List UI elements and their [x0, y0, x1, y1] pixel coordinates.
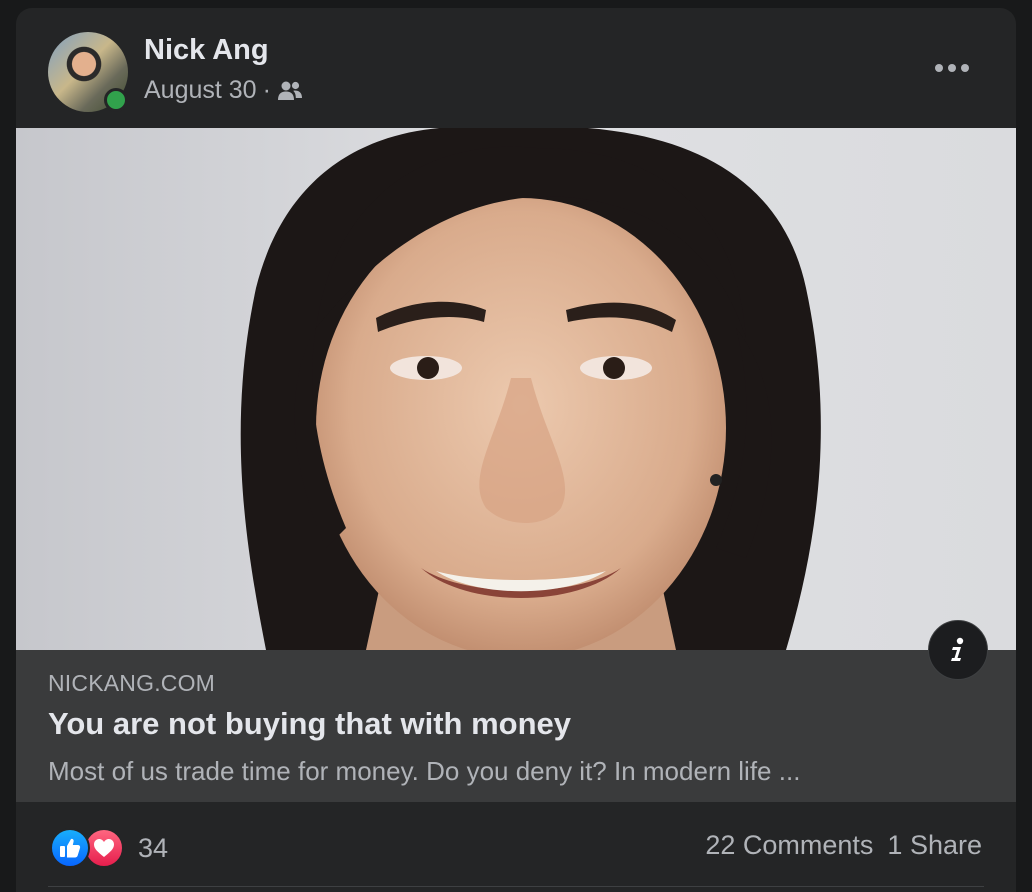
post-meta: August 30 ·: [144, 76, 303, 105]
info-icon: [951, 637, 964, 661]
friends-icon[interactable]: [277, 80, 303, 102]
shares-count-link[interactable]: 1 Share: [887, 830, 982, 861]
post-card: Nick Ang August 30 · NICKANG.COM You are…: [16, 8, 1016, 892]
info-button[interactable]: [928, 620, 988, 680]
engagement-counts: 22 Comments 1 Share: [705, 830, 982, 861]
like-icon: [50, 828, 90, 868]
link-description: Most of us trade time for money. Do you …: [48, 756, 801, 786]
action-divider: [48, 886, 984, 887]
meta-separator: ·: [262, 76, 271, 104]
more-options-button[interactable]: [924, 48, 980, 88]
link-preview-image[interactable]: [16, 128, 1016, 650]
online-status-indicator: [104, 88, 128, 112]
reaction-summary[interactable]: 34: [50, 828, 168, 868]
post-date[interactable]: August 30: [144, 76, 257, 105]
link-domain: NICKANG.COM: [48, 670, 216, 696]
author-name[interactable]: Nick Ang: [144, 34, 269, 67]
reaction-count: 34: [138, 832, 169, 863]
link-preview[interactable]: NICKANG.COM You are not buying that with…: [16, 650, 1016, 802]
more-horizontal-icon: [935, 64, 969, 72]
comments-count-link[interactable]: 22 Comments: [705, 830, 873, 861]
link-title[interactable]: You are not buying that with money: [48, 706, 571, 742]
love-icon: [84, 828, 124, 868]
